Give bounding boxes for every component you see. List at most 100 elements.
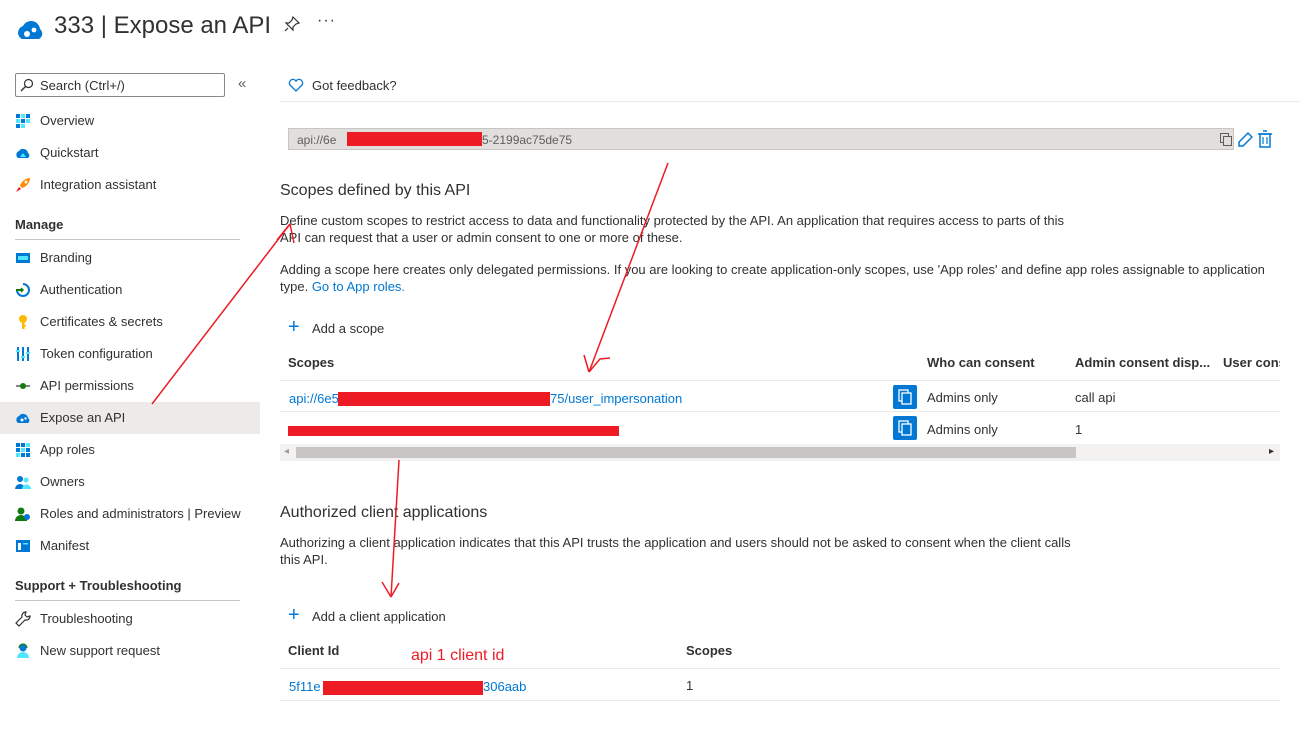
sidebar-item-label: App roles: [40, 442, 95, 457]
redaction-mark: [323, 681, 483, 695]
app-roles-icon: [16, 443, 30, 457]
sidebar-item-expose-an-api[interactable]: Expose an API: [0, 402, 260, 434]
sidebar-item-label: Quickstart: [40, 145, 99, 160]
column-header-scopes[interactable]: Scopes: [686, 643, 732, 658]
blade-header: 333 | Expose an API ···: [0, 0, 1300, 58]
column-header-scopes[interactable]: Scopes: [288, 355, 334, 370]
token-config-icon: [16, 347, 30, 361]
horizontal-scrollbar[interactable]: ◂ ▸: [280, 444, 1280, 461]
copy-icon: [898, 389, 912, 405]
page-title: 333 | Expose an API: [54, 12, 272, 39]
admin-consent-display-value: call api: [1075, 390, 1116, 405]
add-client-label: Add a client application: [312, 609, 446, 624]
scrollbar-thumb[interactable]: [296, 447, 1076, 458]
sidebar-item-authentication[interactable]: Authentication: [0, 274, 260, 306]
redaction-mark: [347, 132, 482, 146]
sidebar-item-label: Manifest: [40, 538, 90, 553]
scroll-right-icon[interactable]: ▸: [1269, 446, 1274, 457]
redaction-mark: [338, 392, 550, 406]
app-id-uri-prefix: api://6e: [297, 133, 337, 147]
sidebar-item-label: Branding: [40, 250, 93, 265]
divider: [280, 700, 1280, 701]
copy-scope-button[interactable]: [893, 416, 917, 440]
delete-icon[interactable]: [1258, 130, 1272, 148]
search-placeholder: Search (Ctrl+/): [40, 78, 125, 93]
main-content: Got feedback? api://6e 5-2199ac75de75 Sc…: [280, 58, 1300, 742]
client-id-suffix[interactable]: 306aab: [483, 679, 526, 694]
branding-icon: [16, 253, 30, 263]
scopes-description: Define custom scopes to restrict access …: [280, 213, 1065, 245]
sidebar-item-label: Certificates & secrets: [40, 314, 163, 329]
feedback-button[interactable]: Got feedback?: [312, 78, 397, 93]
app-id-uri-field[interactable]: api://6e 5-2199ac75de75: [288, 128, 1234, 150]
sidebar-item-branding[interactable]: Branding: [0, 242, 260, 274]
collapse-sidebar-button[interactable]: «: [238, 75, 246, 92]
sidebar-item-label: Expose an API: [40, 410, 126, 425]
command-bar: Got feedback?: [280, 58, 1300, 102]
scroll-left-icon[interactable]: ◂: [284, 446, 289, 457]
client-apps-description: Authorizing a client application indicat…: [280, 535, 1071, 567]
annotation-label: api 1 client id: [411, 647, 505, 664]
overview-icon: [16, 114, 30, 128]
app-id-uri-suffix: 5-2199ac75de75: [482, 133, 573, 147]
copy-scope-button[interactable]: [893, 385, 917, 409]
manifest-icon: [16, 540, 30, 552]
client-id-prefix[interactable]: 5f11e: [289, 679, 321, 694]
pin-icon[interactable]: [284, 16, 300, 32]
divider: [280, 380, 1280, 381]
sidebar-item-api-permissions[interactable]: API permissions: [0, 370, 260, 402]
sidebar-item-new-support-request[interactable]: New support request: [0, 635, 260, 667]
plus-icon: +: [288, 316, 300, 338]
more-options-button[interactable]: ···: [317, 12, 336, 30]
column-header-admin-consent-display[interactable]: Admin consent disp...: [1075, 355, 1210, 370]
search-input[interactable]: Search (Ctrl+/): [15, 73, 225, 97]
key-icon: [19, 315, 27, 329]
redaction-mark: [288, 426, 619, 436]
owners-icon: [15, 476, 31, 489]
wrench-icon: [15, 611, 31, 627]
heart-icon: [288, 78, 304, 92]
sidebar-item-roles-administrators[interactable]: Roles and administrators | Preview: [0, 498, 260, 530]
quickstart-icon: [16, 148, 30, 158]
sidebar-item-label: Authentication: [40, 282, 123, 297]
column-header-client-id[interactable]: Client Id: [288, 643, 339, 658]
scope-prefix[interactable]: api://6e5: [289, 391, 339, 406]
who-can-consent-value: Admins only: [927, 422, 998, 437]
sidebar-item-integration-assistant[interactable]: Integration assistant: [0, 169, 260, 201]
manage-heading: Manage: [15, 217, 64, 232]
go-to-app-roles-link[interactable]: Go to App roles.: [312, 279, 405, 294]
sidebar-item-owners[interactable]: Owners: [0, 466, 260, 498]
sidebar-item-label: Owners: [40, 474, 85, 489]
authentication-icon: [16, 283, 30, 297]
sidebar-item-label: Troubleshooting: [40, 611, 133, 626]
who-can-consent-value: Admins only: [927, 390, 998, 405]
copy-icon[interactable]: [1220, 133, 1232, 146]
sidebar-item-troubleshooting[interactable]: Troubleshooting: [0, 603, 260, 635]
divider: [15, 600, 240, 601]
client-apps-heading: Authorized client applications: [280, 504, 488, 521]
cloud-icon: [16, 413, 30, 423]
column-header-who-can-consent[interactable]: Who can consent: [927, 355, 1035, 370]
sidebar-item-label: Overview: [40, 113, 95, 128]
sidebar-item-quickstart[interactable]: Quickstart: [0, 137, 260, 169]
sidebar: Search (Ctrl+/) « Overview Quickstart In…: [0, 58, 260, 742]
sidebar-item-label: Roles and administrators | Preview: [40, 506, 241, 521]
divider: [15, 239, 240, 240]
sidebar-item-token-configuration[interactable]: Token configuration: [0, 338, 260, 370]
sidebar-item-manifest[interactable]: Manifest: [0, 530, 260, 562]
sidebar-item-overview[interactable]: Overview: [0, 105, 260, 137]
column-header-user-consent[interactable]: User cons: [1223, 355, 1280, 370]
scopes-delegated-text: Adding a scope here creates only delegat…: [280, 262, 1265, 294]
edit-icon[interactable]: [1237, 130, 1253, 148]
roles-admins-icon: [15, 507, 30, 521]
sidebar-item-label: Token configuration: [40, 346, 153, 361]
app-registration-icon: [18, 21, 43, 39]
copy-icon: [898, 420, 912, 436]
scopes-delegated-note: Adding a scope here creates only delegat…: [280, 261, 1270, 295]
sidebar-item-app-roles[interactable]: App roles: [0, 434, 260, 466]
scope-suffix[interactable]: 75/user_impersonation: [550, 391, 682, 406]
divider: [280, 411, 1280, 412]
sidebar-item-label: API permissions: [40, 378, 134, 393]
scopes-heading: Scopes defined by this API: [280, 182, 471, 199]
sidebar-item-certificates-secrets[interactable]: Certificates & secrets: [0, 306, 260, 338]
